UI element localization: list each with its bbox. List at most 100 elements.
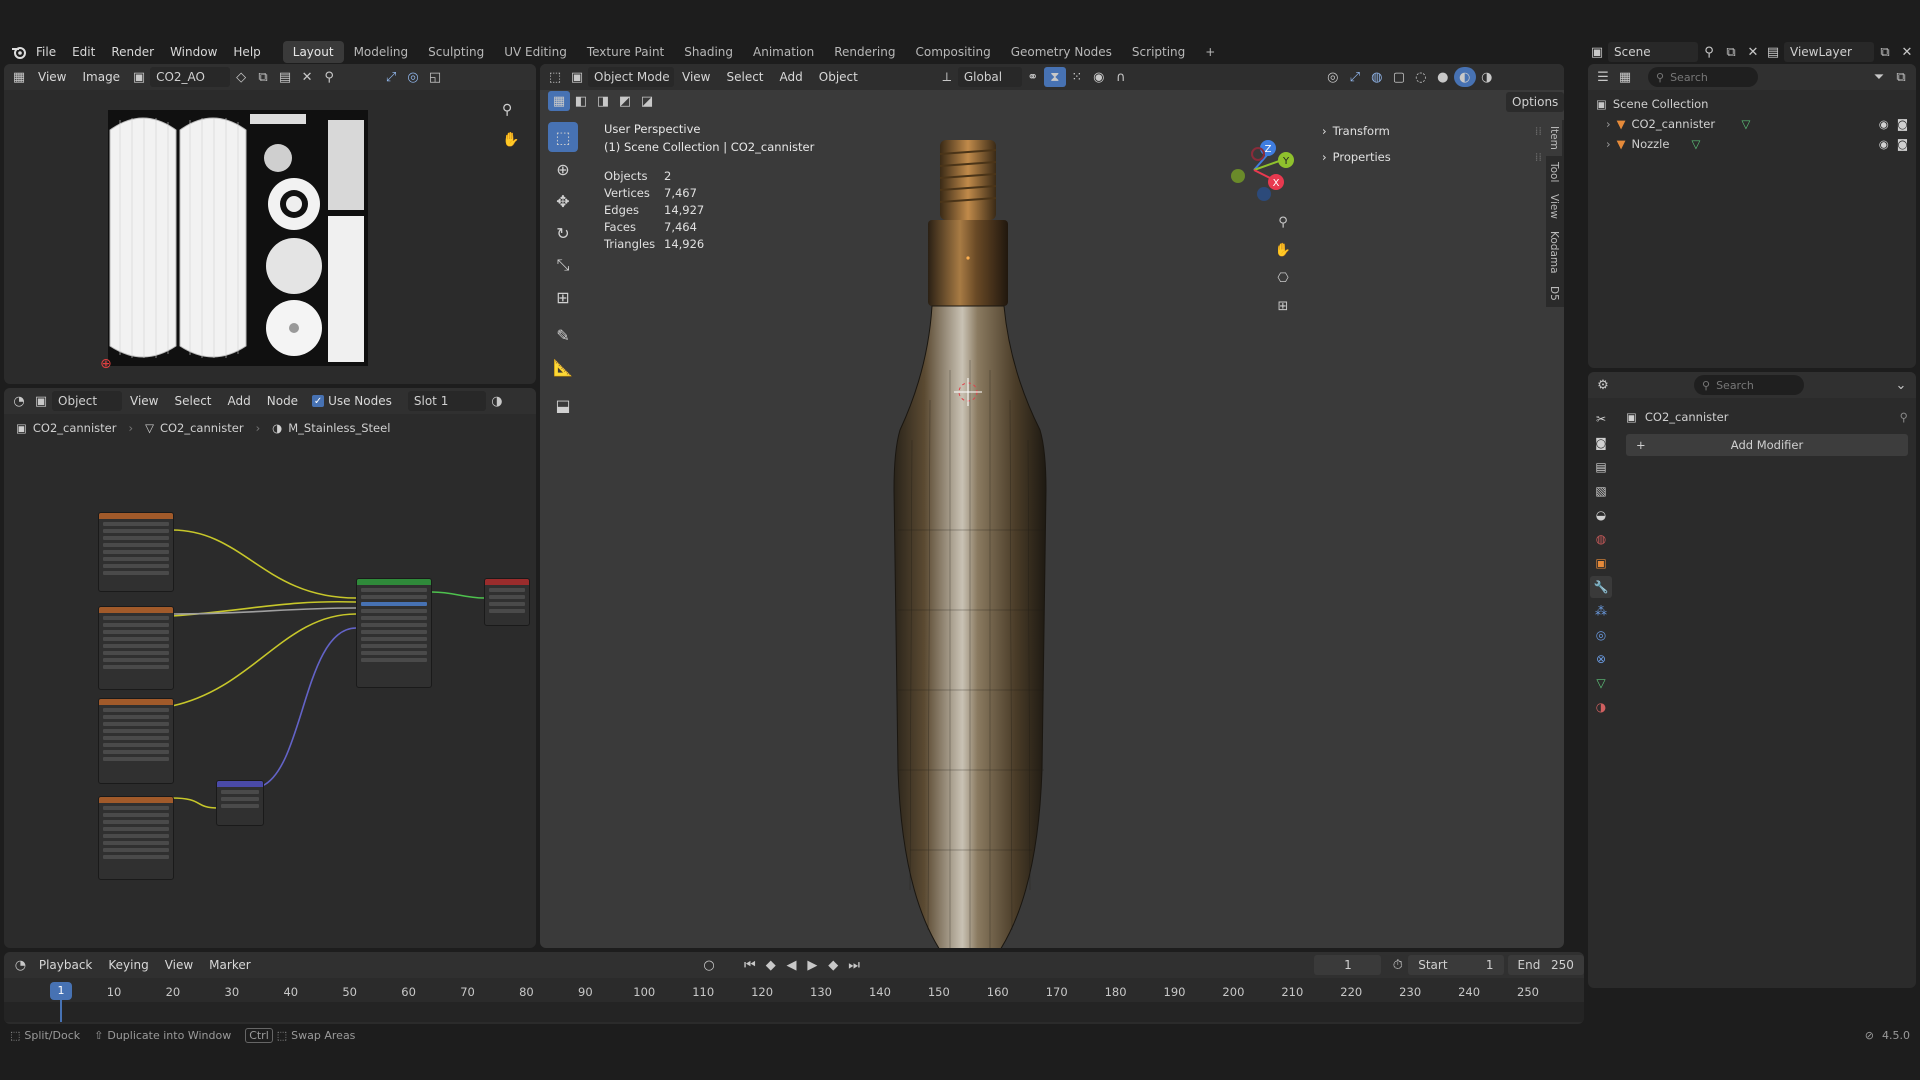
viewport-menu-select[interactable]: Select (718, 66, 771, 88)
properties-search[interactable]: ⚲ Search (1694, 375, 1804, 395)
visibility-icon[interactable]: ◎ (1322, 67, 1344, 87)
constraints-tab-icon[interactable]: ⊗ (1590, 648, 1612, 670)
stopwatch-icon[interactable]: ⏱ (1387, 955, 1408, 975)
navigation-gizmo[interactable]: Z Y X (1214, 130, 1294, 210)
tab-modeling[interactable]: Modeling (344, 41, 419, 63)
tab-uv-editing[interactable]: UV Editing (494, 41, 577, 63)
solid-shading-icon[interactable]: ● (1432, 67, 1454, 87)
camera-view-icon[interactable]: ⎔ (1272, 268, 1294, 288)
roughness-texture-node[interactable] (98, 698, 174, 784)
rendered-shading-icon[interactable]: ◑ (1476, 67, 1498, 87)
jump-keyframe-back-icon[interactable]: ◆ (760, 955, 781, 975)
menu-file[interactable]: File (28, 41, 64, 63)
ortho-toggle-icon[interactable]: ⊞ (1272, 296, 1294, 316)
add-workspace-icon[interactable]: + (1195, 41, 1225, 63)
options-dropdown[interactable]: Options (1506, 92, 1564, 112)
viewlayer-selector[interactable]: ▤ ViewLayer ⧉ ✕ (1762, 42, 1918, 62)
material-shading-icon[interactable]: ◐ (1453, 67, 1476, 87)
zoom-icon[interactable]: ⚲ (1272, 212, 1294, 232)
tool-tab-icon[interactable]: ✂ (1590, 408, 1612, 430)
annotate-tool-icon[interactable]: ✎ (548, 320, 578, 350)
pan-hand-icon[interactable]: ✋ (1272, 240, 1294, 260)
scene-selector[interactable]: ▣ Scene ⚲ ⧉ ✕ (1586, 42, 1764, 62)
wireframe-shading-icon[interactable]: ◌ (1410, 67, 1432, 87)
render-tab-icon[interactable]: ◙ (1590, 432, 1612, 454)
scene-tab-icon[interactable]: ◒ (1590, 504, 1612, 526)
xray-icon[interactable]: ▢ (1388, 67, 1410, 87)
eye-icon[interactable]: ◉ (1879, 134, 1889, 154)
add-modifier-button[interactable]: + Add Modifier (1626, 434, 1908, 456)
timeline-track[interactable] (4, 1002, 1584, 1022)
metallic-texture-node[interactable] (98, 606, 174, 690)
uv-sync-icon[interactable]: ⤢ (380, 67, 402, 87)
sidebar-tab-tool[interactable]: Tool (1546, 156, 1562, 188)
2d-cursor-icon[interactable]: ⊕ (100, 356, 112, 372)
select-invert-icon[interactable]: ◩ (614, 91, 636, 111)
viewlayer-name[interactable]: ViewLayer (1784, 42, 1874, 62)
normal-texture-node[interactable] (98, 796, 174, 880)
select-intersect-icon[interactable]: ◪ (636, 91, 658, 111)
camera-render-icon[interactable]: ◙ (1897, 114, 1908, 134)
properties-panel[interactable]: › Properties ⁞⁞ (1322, 146, 1542, 168)
end-frame-field[interactable]: End 250 (1507, 955, 1584, 975)
transform-panel[interactable]: › Transform ⁞⁞ (1322, 120, 1542, 142)
outliner-item-co2-cannister[interactable]: › ▼ CO2_cannister ▽ ◉ ◙ (1596, 114, 1908, 134)
fake-user-icon[interactable]: ◇ (230, 67, 252, 87)
menu-render[interactable]: Render (103, 41, 162, 63)
outliner-item-nozzle[interactable]: › ▼ Nozzle ▽ ◉ ◙ (1596, 134, 1908, 154)
drag-handle-icon[interactable]: ⁞⁞ (1535, 124, 1542, 138)
viewport-editor-type-icon[interactable]: ⬚ (544, 67, 566, 87)
tab-compositing[interactable]: Compositing (905, 41, 1000, 63)
expand-chevron-icon[interactable]: › (1606, 134, 1611, 154)
menu-window[interactable]: Window (162, 41, 225, 63)
new-image-icon[interactable]: ⧉ (252, 67, 274, 87)
unlink-image-icon[interactable]: ✕ (296, 67, 318, 87)
remove-scene-icon[interactable]: ✕ (1742, 42, 1764, 62)
view-layer-tab-icon[interactable]: ▧ (1590, 480, 1612, 502)
select-subtract-icon[interactable]: ◨ (592, 91, 614, 111)
sidebar-tab-item[interactable]: Item (1546, 120, 1562, 156)
scale-tool-icon[interactable]: ⤡ (548, 250, 578, 280)
filter-icon[interactable]: ⏷ (1868, 67, 1890, 87)
editor-type-icon[interactable]: ▦ (8, 67, 30, 87)
properties-editor-type-icon[interactable]: ⚙ (1592, 375, 1614, 395)
pan-hand-icon[interactable]: ✋ (502, 132, 519, 148)
normal-map-node[interactable] (216, 780, 264, 826)
select-extend-icon[interactable]: ◧ (570, 91, 592, 111)
play-reverse-icon[interactable]: ◀ (781, 955, 802, 975)
pin-image-icon[interactable]: ⚲ (318, 67, 340, 87)
menu-help[interactable]: Help (225, 41, 268, 63)
transform-orientation-select[interactable]: Global (957, 67, 1022, 87)
menu-edit[interactable]: Edit (64, 41, 103, 63)
viewport-menu-add[interactable]: Add (772, 66, 811, 88)
image-menu-image[interactable]: Image (74, 66, 128, 88)
snap-target-icon[interactable]: ⁙ (1066, 67, 1088, 87)
sidebar-tab-kodama[interactable]: Kodama (1546, 225, 1562, 280)
new-viewlayer-icon[interactable]: ⧉ (1874, 42, 1896, 62)
pin-icon[interactable]: ⚲ (1900, 410, 1908, 424)
overlays-icon[interactable]: ◍ (1366, 67, 1388, 87)
drag-handle-icon[interactable]: ⁞⁞ (1535, 150, 1542, 164)
outliner-search[interactable]: ⚲ Search (1648, 67, 1758, 87)
mesh-data-icon[interactable]: ▽ (1741, 114, 1750, 134)
sidebar-tab-d5[interactable]: D5 (1546, 280, 1562, 307)
image-menu-view[interactable]: View (30, 66, 74, 88)
scene-name[interactable]: Scene (1608, 42, 1698, 62)
blender-logo-icon[interactable] (10, 43, 28, 61)
image-name-field[interactable]: CO2_AO (150, 67, 231, 87)
3d-viewport[interactable]: ⬚ ▣ Object Mode View Select Add Object ⟂… (540, 64, 1564, 948)
expand-chevron-icon[interactable]: › (1606, 114, 1611, 134)
falloff-icon[interactable]: ∩ (1110, 67, 1132, 87)
tab-rendering[interactable]: Rendering (824, 41, 905, 63)
auto-keying-icon[interactable]: ○ (699, 955, 720, 975)
measure-tool-icon[interactable]: 📐 (548, 352, 578, 382)
cursor-tool-icon[interactable]: ⊕ (548, 154, 578, 184)
mesh-data-icon[interactable]: ▽ (1691, 134, 1700, 154)
tab-scripting[interactable]: Scripting (1122, 41, 1195, 63)
tab-shading[interactable]: Shading (674, 41, 743, 63)
options-chevron-icon[interactable]: ⌄ (1890, 375, 1912, 395)
current-frame-field[interactable]: 1 (1314, 955, 1382, 975)
outliner-editor-type-icon[interactable]: ☰ (1592, 67, 1614, 87)
gizmo-toggle-icon[interactable]: ⤢ (1344, 67, 1366, 87)
start-frame-field[interactable]: Start 1 (1408, 955, 1504, 975)
